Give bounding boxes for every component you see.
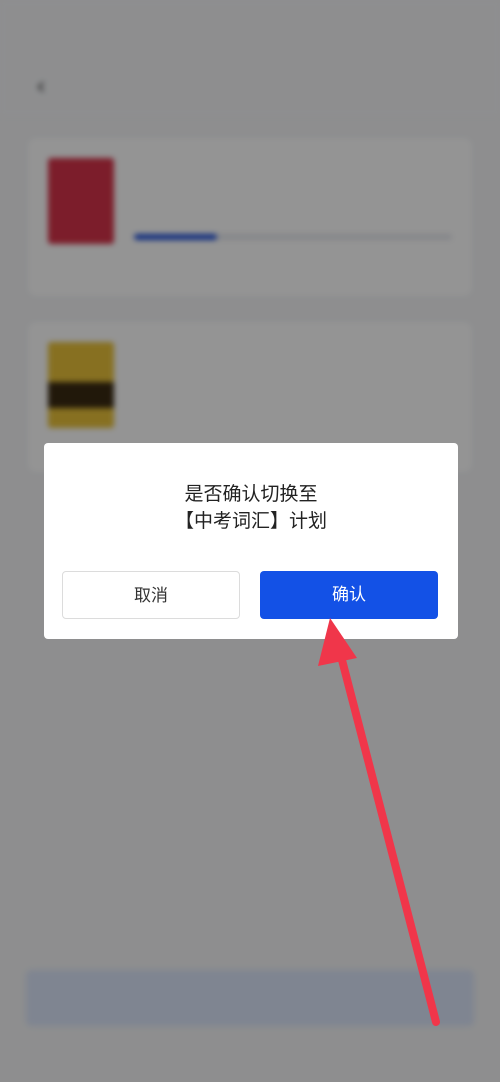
dialog-message: 是否确认切换至 【中考词汇】计划 [44,481,458,535]
confirm-button[interactable]: 确认 [260,571,438,619]
cancel-button[interactable]: 取消 [62,571,240,619]
dialog-message-line2: 【中考词汇】计划 [174,510,327,532]
confirm-dialog: 是否确认切换至 【中考词汇】计划 取消 确认 [44,443,458,639]
dialog-message-line1: 是否确认切换至 [184,483,318,505]
